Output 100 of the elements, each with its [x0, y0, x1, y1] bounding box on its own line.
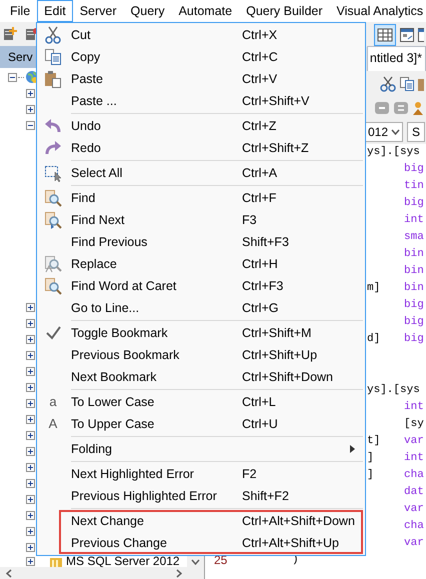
- scroll-left-icon[interactable]: [6, 568, 12, 578]
- shortcut-text: Ctrl+Z: [242, 118, 276, 135]
- expand-icon[interactable]: [26, 318, 35, 328]
- expand-icon[interactable]: [26, 414, 35, 424]
- menu-item[interactable]: Next Change Ctrl+Alt+Shift+Down: [38, 510, 364, 532]
- toggle-icon[interactable]: [374, 100, 390, 116]
- menu-item[interactable]: Find Next F3: [38, 209, 364, 231]
- document-tab[interactable]: ntitled 3]*: [366, 46, 426, 71]
- find-next-icon: [44, 211, 62, 229]
- menu-item[interactable]: Paste Ctrl+V: [38, 68, 364, 90]
- find-icon: [44, 189, 62, 207]
- code-text: cha: [404, 519, 425, 534]
- code-text: big: [404, 315, 425, 330]
- menu-item[interactable]: Paste ... Ctrl+Shift+V: [38, 90, 364, 112]
- collapse-icon[interactable]: [8, 72, 17, 82]
- shortcut-text: Ctrl+Shift+Up: [242, 346, 318, 364]
- expand-icon[interactable]: [26, 366, 35, 376]
- code-text: [sy: [404, 417, 425, 432]
- expand-icon[interactable]: [26, 494, 35, 504]
- code-text: bin: [404, 281, 425, 296]
- expand-icon[interactable]: [26, 510, 35, 520]
- check-icon: [44, 324, 62, 342]
- menu-item[interactable]: Previous Highlighted Error Shift+F2: [38, 485, 364, 507]
- menu-item[interactable]: Copy Ctrl+C: [38, 46, 364, 68]
- shortcut-text: Ctrl+U: [242, 416, 278, 433]
- expand-icon[interactable]: [26, 398, 35, 408]
- scroll-right-icon[interactable]: [176, 568, 182, 578]
- window-icon[interactable]: [418, 26, 424, 42]
- menu-item[interactable]: Next Bookmark Ctrl+Shift+Down: [38, 366, 364, 388]
- version-dropdown[interactable]: 012: [365, 122, 403, 142]
- menu-item[interactable]: A To Upper Case Ctrl+U: [38, 413, 364, 435]
- menu-bar-item[interactable]: Server: [72, 0, 124, 22]
- expand-icon[interactable]: [26, 430, 35, 440]
- code-text: d]: [367, 332, 382, 347]
- code-text: bin: [404, 247, 425, 262]
- menu-bar-item[interactable]: Edit: [37, 0, 73, 22]
- add-server-icon[interactable]: [2, 26, 18, 42]
- menu-item[interactable]: a To Lower Case Ctrl+L: [38, 391, 364, 413]
- menu-item[interactable]: Select All Ctrl+A: [38, 162, 364, 184]
- code-text: m]: [367, 281, 382, 296]
- shortcut-text: Ctrl+F3: [242, 278, 284, 295]
- expand-icon[interactable]: [26, 334, 35, 344]
- shortcut-text: F2: [242, 466, 257, 483]
- expand-icon[interactable]: [26, 88, 35, 98]
- menu-item[interactable]: Previous Bookmark Ctrl+Shift+Up: [38, 344, 364, 366]
- shortcut-text: Ctrl+F: [242, 190, 276, 207]
- scroll-down-icon[interactable]: [191, 559, 200, 565]
- expand-icon[interactable]: [26, 104, 35, 114]
- copy-icon: [44, 48, 62, 66]
- form-icon[interactable]: [399, 26, 415, 42]
- collapse-icon[interactable]: [26, 120, 35, 130]
- expand-icon[interactable]: [26, 462, 35, 472]
- expand-icon[interactable]: [26, 446, 35, 456]
- menu-item[interactable]: Folding: [38, 438, 364, 460]
- code-text: int: [404, 451, 425, 466]
- expand-icon[interactable]: [26, 382, 35, 392]
- menu-item[interactable]: Go to Line... Ctrl+G: [38, 297, 364, 319]
- menu-item[interactable]: Toggle Bookmark Ctrl+Shift+M: [38, 322, 364, 344]
- user-icon[interactable]: [412, 100, 424, 116]
- menu-item[interactable]: Previous Change Ctrl+Alt+Shift+Up: [38, 532, 364, 554]
- menu-bar-item[interactable]: Query: [124, 0, 172, 22]
- expand-icon[interactable]: [26, 350, 35, 360]
- shortcut-text: Ctrl+Alt+Shift+Up: [242, 534, 339, 552]
- horizontal-scrollbar[interactable]: [0, 567, 204, 579]
- code-text: big: [404, 298, 425, 313]
- code-text: bin: [404, 264, 425, 279]
- menu-item[interactable]: Find Ctrl+F: [38, 187, 364, 209]
- copy-icon[interactable]: [399, 76, 415, 92]
- menu-bar-item[interactable]: File: [3, 0, 38, 22]
- code-text: ys].[sys: [367, 383, 421, 398]
- menu-item[interactable]: Redo Ctrl+Shift+Z: [38, 137, 364, 159]
- shortcut-text: Shift+F3: [242, 234, 289, 251]
- menu-item[interactable]: Replace Ctrl+H: [38, 253, 364, 275]
- shortcut-text: Ctrl+C: [242, 48, 278, 66]
- cut-icon[interactable]: [380, 76, 396, 92]
- tree-item[interactable]: MS SQL Server 2012: [66, 555, 180, 567]
- case-icon: a: [49, 392, 57, 412]
- grid-icon[interactable]: [374, 24, 396, 46]
- shortcut-text: Ctrl+A: [242, 164, 278, 182]
- menu-item[interactable]: Cut Ctrl+X: [38, 24, 364, 46]
- code-text: ys].[sys: [367, 145, 421, 160]
- menu-item[interactable]: Next Highlighted Error F2: [38, 463, 364, 485]
- shortcut-text: Ctrl+X: [242, 26, 278, 44]
- code-text: int: [404, 213, 425, 228]
- code-text: var: [404, 434, 425, 449]
- menu-item[interactable]: Undo Ctrl+Z: [38, 115, 364, 137]
- expand-icon[interactable]: [26, 478, 35, 488]
- menu-bar-item[interactable]: Visual Analytics: [330, 0, 426, 22]
- code-text: sma: [404, 230, 425, 245]
- expand-icon[interactable]: [26, 557, 35, 566]
- expand-icon[interactable]: [26, 302, 35, 312]
- shortcut-text: Ctrl+G: [242, 300, 278, 317]
- expand-icon[interactable]: [26, 526, 35, 536]
- menu-bar-item[interactable]: Automate: [172, 0, 240, 22]
- menu-bar-item[interactable]: Query Builder: [239, 0, 330, 22]
- menu-item[interactable]: Find Previous Shift+F3: [38, 231, 364, 253]
- expand-icon[interactable]: [26, 542, 35, 552]
- side-tab[interactable]: S: [407, 122, 426, 142]
- shortcut-text: Shift+F2: [242, 488, 289, 505]
- menu-item[interactable]: Find Word at Caret Ctrl+F3: [38, 275, 364, 297]
